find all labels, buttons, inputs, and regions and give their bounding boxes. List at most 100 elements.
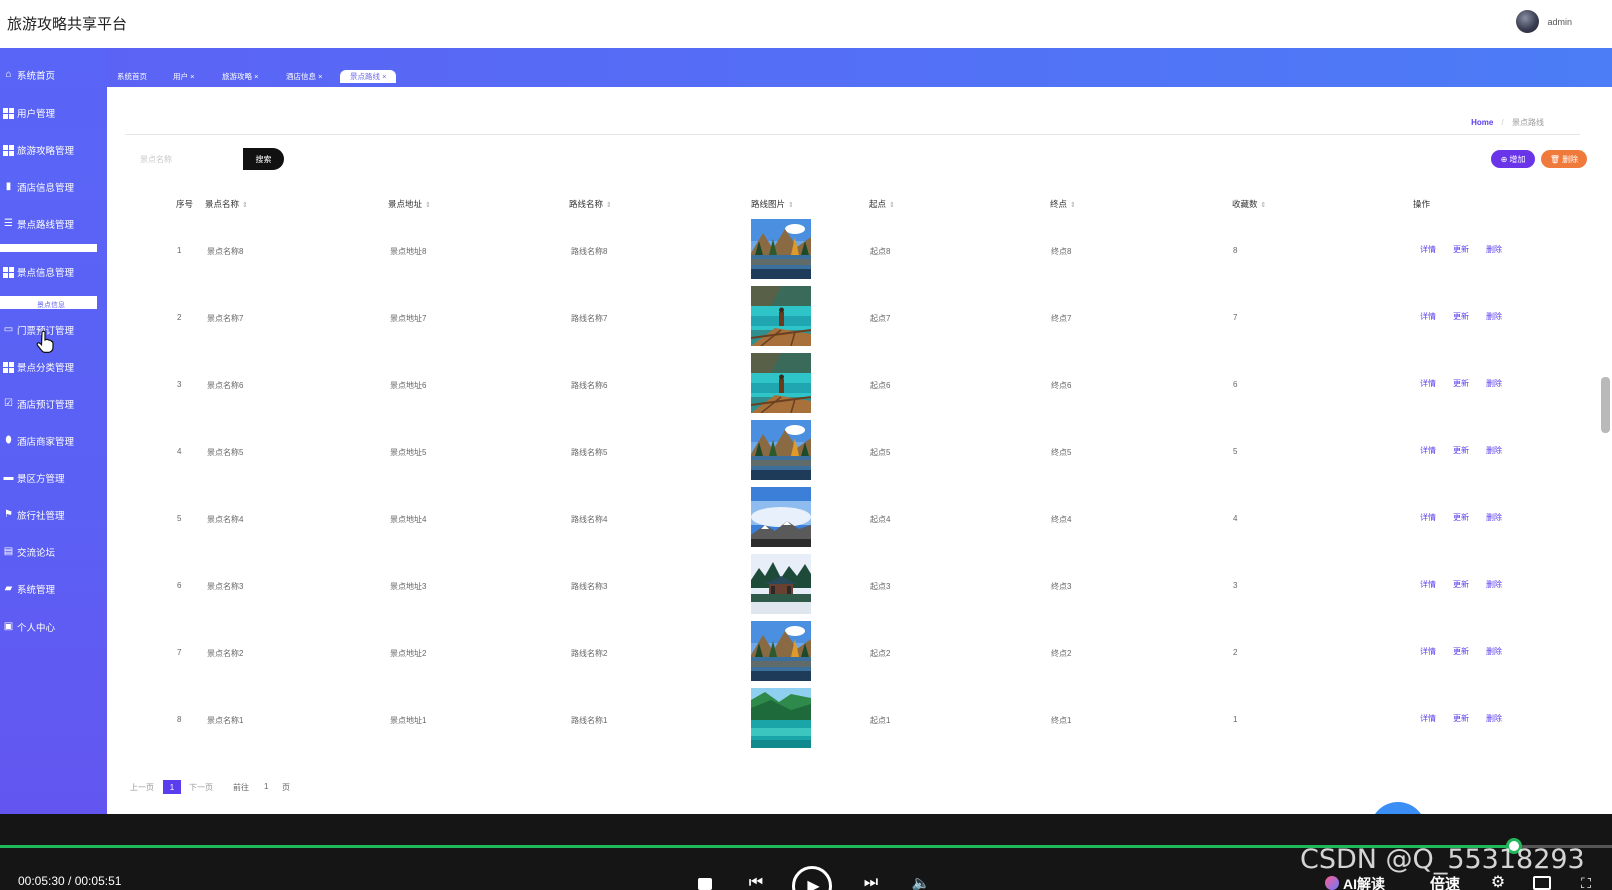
sidebar-item[interactable]: ☰ 景点路线管理 — [0, 215, 74, 233]
delete-link[interactable]: 删除 — [1486, 512, 1502, 523]
cell-start: 起点7 — [870, 314, 891, 323]
user-menu[interactable]: admin — [1516, 10, 1572, 33]
detail-link[interactable]: 详情 — [1420, 311, 1436, 322]
route-image[interactable] — [751, 219, 811, 279]
pip-button[interactable] — [1533, 876, 1551, 890]
route-image[interactable] — [751, 286, 811, 346]
header-image[interactable]: 路线图片 ⇕ — [751, 198, 794, 210]
update-link[interactable]: 更新 — [1453, 445, 1469, 456]
sidebar-item[interactable]: ▮ 酒店信息管理 — [0, 178, 74, 196]
sort-icon[interactable]: ⇕ — [425, 202, 431, 209]
volume-button[interactable]: 🔈 — [912, 875, 931, 890]
main-content — [107, 87, 1612, 814]
fullscreen-button[interactable]: ⛶ — [1577, 875, 1595, 890]
delete-link[interactable]: 删除 — [1486, 579, 1502, 590]
update-link[interactable]: 更新 — [1453, 713, 1469, 724]
detail-link[interactable]: 详情 — [1420, 445, 1436, 456]
settings-button[interactable]: ⚙ — [1489, 874, 1507, 890]
sidebar-item[interactable]: ☑ 酒店预订管理 — [0, 395, 74, 413]
detail-link[interactable]: 详情 — [1420, 713, 1436, 724]
delete-link[interactable]: 删除 — [1486, 244, 1502, 255]
sidebar-item[interactable]: ⚑ 旅行社管理 — [0, 506, 65, 524]
sort-icon[interactable]: ⇕ — [788, 202, 794, 209]
scrollbar-thumb[interactable] — [1601, 377, 1610, 433]
sidebar-item[interactable]: 用户管理 — [0, 104, 55, 122]
update-link[interactable]: 更新 — [1453, 646, 1469, 657]
tab-home[interactable]: 系统首页 — [117, 70, 147, 83]
header-image-label: 路线图片 — [751, 199, 786, 209]
sidebar-item[interactable]: ▰ 系统管理 — [0, 580, 55, 598]
next-button[interactable]: ⏭ — [862, 874, 880, 890]
picture-in-picture-icon — [1533, 876, 1551, 890]
header-end[interactable]: 终点 ⇕ — [1050, 198, 1076, 210]
submenu-item-scenic-info[interactable]: 景点信息 — [37, 302, 65, 309]
playback-speed-button[interactable]: 倍速 — [1430, 873, 1460, 890]
tab-scenic-routes[interactable]: 景点路线 × — [340, 70, 397, 83]
username[interactable]: admin — [1547, 17, 1572, 27]
ai-read-button[interactable]: AI解读 — [1343, 874, 1385, 890]
update-link[interactable]: 更新 — [1453, 512, 1469, 523]
search-input[interactable] — [140, 149, 240, 169]
previous-button[interactable]: ⏮ — [747, 874, 765, 890]
sidebar-item[interactable]: ▬ 景区方管理 — [0, 469, 65, 487]
sidebar-item[interactable]: 景点分类管理 — [0, 358, 74, 376]
cell-address: 景点地址5 — [390, 448, 427, 457]
avatar[interactable] — [1516, 10, 1540, 33]
progress-bar-fill[interactable] — [0, 845, 1515, 848]
delete-link[interactable]: 删除 — [1486, 445, 1502, 456]
sort-icon[interactable]: ⇕ — [606, 202, 612, 209]
route-image[interactable] — [751, 353, 811, 413]
submenu-popup[interactable]: 景点信息 — [0, 296, 97, 309]
update-link[interactable]: 更新 — [1453, 579, 1469, 590]
prev-page-button[interactable]: 上一页 — [130, 782, 154, 793]
header-favs[interactable]: 收藏数 ⇕ — [1232, 198, 1266, 210]
delete-link[interactable]: 删除 — [1486, 646, 1502, 657]
cell-favs: 2 — [1233, 648, 1238, 657]
search-button[interactable]: 搜索 — [243, 148, 284, 170]
update-link[interactable]: 更新 — [1453, 311, 1469, 322]
route-image[interactable] — [751, 487, 811, 547]
sidebar-item[interactable]: ⌂ 系统首页 — [0, 66, 55, 84]
detail-link[interactable]: 详情 — [1420, 512, 1436, 523]
stop-button[interactable] — [698, 878, 712, 890]
sidebar-item[interactable]: ⬮ 酒店商家管理 — [0, 432, 74, 450]
page-number-current[interactable]: 1 — [163, 780, 181, 794]
detail-link[interactable]: 详情 — [1420, 579, 1436, 590]
detail-link[interactable]: 详情 — [1420, 244, 1436, 255]
route-image[interactable] — [751, 688, 811, 748]
sort-icon[interactable]: ⇕ — [1261, 202, 1267, 209]
delete-link[interactable]: 删除 — [1486, 713, 1502, 724]
skip-back-icon: ⏮ — [748, 874, 764, 890]
sidebar-item[interactable]: ▣ 个人中心 — [0, 618, 55, 636]
route-image[interactable] — [751, 621, 811, 681]
update-link[interactable]: 更新 — [1453, 378, 1469, 389]
breadcrumb-home[interactable]: Home — [1471, 118, 1493, 127]
delete-link[interactable]: 删除 — [1486, 311, 1502, 322]
sort-icon[interactable]: ⇕ — [889, 202, 895, 209]
detail-link[interactable]: 详情 — [1420, 646, 1436, 657]
header-route[interactable]: 路线名称 ⇕ — [569, 198, 612, 210]
header-start[interactable]: 起点 ⇕ — [869, 198, 895, 210]
route-image[interactable] — [751, 420, 811, 480]
tab-hotels[interactable]: 酒店信息 × — [286, 70, 322, 83]
sort-icon[interactable]: ⇕ — [242, 202, 248, 209]
cell-name: 景点名称5 — [207, 448, 244, 457]
delete-link[interactable]: 删除 — [1486, 378, 1502, 389]
hand-cursor-icon — [36, 330, 54, 353]
delete-button[interactable]: 🗑 删除 — [1541, 150, 1587, 168]
sidebar-item[interactable]: 景点信息管理 — [0, 263, 74, 281]
tab-guides[interactable]: 旅游攻略 × — [222, 70, 258, 83]
sidebar-item[interactable]: 旅游攻略管理 — [0, 141, 74, 159]
update-link[interactable]: 更新 — [1453, 244, 1469, 255]
header-name[interactable]: 景点名称 ⇕ — [205, 198, 248, 210]
add-button[interactable]: ⊕ 增加 — [1491, 150, 1535, 168]
goto-page-input[interactable]: 1 — [264, 782, 268, 791]
tab-users[interactable]: 用户 × — [173, 70, 194, 83]
sort-icon[interactable]: ⇕ — [1070, 202, 1076, 209]
cell-end: 终点5 — [1051, 448, 1072, 457]
sidebar-item[interactable]: ▤ 交流论坛 — [0, 543, 55, 561]
detail-link[interactable]: 详情 — [1420, 378, 1436, 389]
route-image[interactable] — [751, 554, 811, 614]
header-address[interactable]: 景点地址 ⇕ — [388, 198, 431, 210]
next-page-button[interactable]: 下一页 — [189, 782, 213, 793]
